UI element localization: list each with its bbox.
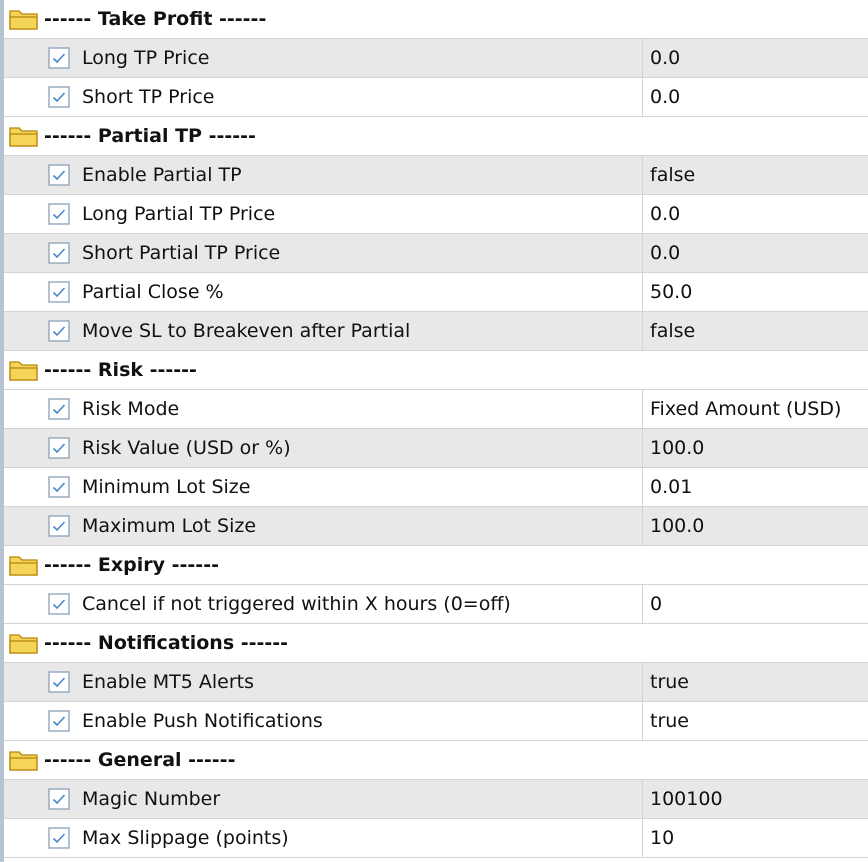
checkbox-checked-icon[interactable] — [48, 671, 70, 693]
parameter-name: Cancel if not triggered within X hours (… — [82, 593, 511, 615]
parameter-row[interactable]: Maximum Lot Size 100.0 — [4, 507, 868, 546]
parameter-row[interactable]: Short Partial TP Price 0.0 — [4, 234, 868, 273]
group-header-row[interactable]: ------ Take Profit ------ — [4, 0, 868, 39]
parameter-row[interactable]: Short TP Price 0.0 — [4, 78, 868, 117]
parameter-value[interactable]: false — [642, 156, 868, 194]
checkbox-checked-icon[interactable] — [48, 476, 70, 498]
parameter-row[interactable]: Max Slippage (points) 10 — [4, 819, 868, 858]
parameter-name: Enable Partial TP — [82, 164, 242, 186]
parameter-name: Partial Close % — [82, 281, 224, 303]
group-title: ------ Partial TP ------ — [44, 125, 256, 147]
parameter-value[interactable]: 0.01 — [642, 468, 868, 506]
parameter-value[interactable]: 0 — [642, 585, 868, 623]
parameter-name: Maximum Lot Size — [82, 515, 257, 537]
parameter-value[interactable]: 100.0 — [642, 429, 868, 467]
folder-icon[interactable] — [8, 358, 40, 382]
parameter-name: Long TP Price — [82, 47, 210, 69]
group-header-row[interactable]: ------ Notifications ------ — [4, 624, 868, 663]
parameter-row[interactable]: Long Partial TP Price 0.0 — [4, 195, 868, 234]
parameter-value[interactable]: 0.0 — [642, 195, 868, 233]
checkbox-checked-icon[interactable] — [48, 242, 70, 264]
parameter-row[interactable]: Partial Close % 50.0 — [4, 273, 868, 312]
folder-icon[interactable] — [8, 748, 40, 772]
parameter-name: Move SL to Breakeven after Partial — [82, 320, 411, 342]
checkbox-checked-icon[interactable] — [48, 47, 70, 69]
folder-icon[interactable] — [8, 553, 40, 577]
parameter-row[interactable]: Enable Push Notifications true — [4, 702, 868, 741]
parameter-name: Enable Push Notifications — [82, 710, 323, 732]
parameter-row[interactable]: Move SL to Breakeven after Partial false — [4, 312, 868, 351]
checkbox-checked-icon[interactable] — [48, 86, 70, 108]
checkbox-checked-icon[interactable] — [48, 515, 70, 537]
group-title: ------ General ------ — [44, 749, 236, 771]
parameter-name: Short Partial TP Price — [82, 242, 281, 264]
group-header-row[interactable]: ------ Partial TP ------ — [4, 117, 868, 156]
parameter-value[interactable]: 0.0 — [642, 234, 868, 272]
parameter-value[interactable]: 0.0 — [642, 78, 868, 116]
checkbox-checked-icon[interactable] — [48, 788, 70, 810]
group-title: ------ Take Profit ------ — [44, 8, 267, 30]
parameter-row[interactable]: Magic Number 100100 — [4, 780, 868, 819]
parameter-name: Enable MT5 Alerts — [82, 671, 255, 693]
checkbox-checked-icon[interactable] — [48, 203, 70, 225]
group-title: ------ Notifications ------ — [44, 632, 289, 654]
parameter-name: Long Partial TP Price — [82, 203, 276, 225]
group-title: ------ Expiry ------ — [44, 554, 219, 576]
parameter-value[interactable]: 10 — [642, 819, 868, 857]
inputs-property-grid: ------ Take Profit ------ Long TP Price 0… — [4, 0, 868, 858]
checkbox-checked-icon[interactable] — [48, 398, 70, 420]
parameter-name: Magic Number — [82, 788, 221, 810]
parameter-row[interactable]: Cancel if not triggered within X hours (… — [4, 585, 868, 624]
parameter-row[interactable]: Minimum Lot Size 0.01 — [4, 468, 868, 507]
checkbox-checked-icon[interactable] — [48, 827, 70, 849]
parameter-name: Short TP Price — [82, 86, 215, 108]
checkbox-checked-icon[interactable] — [48, 281, 70, 303]
parameter-row[interactable]: Enable MT5 Alerts true — [4, 663, 868, 702]
parameter-value[interactable]: false — [642, 312, 868, 350]
parameter-value[interactable]: Fixed Amount (USD) — [642, 390, 868, 428]
group-header-row[interactable]: ------ Expiry ------ — [4, 546, 868, 585]
parameter-name: Risk Value (USD or %) — [82, 437, 291, 459]
parameter-row[interactable]: Enable Partial TP false — [4, 156, 868, 195]
parameter-value[interactable]: true — [642, 702, 868, 740]
group-title: ------ Risk ------ — [44, 359, 197, 381]
parameter-row[interactable]: Risk Mode Fixed Amount (USD) — [4, 390, 868, 429]
checkbox-checked-icon[interactable] — [48, 437, 70, 459]
parameter-value[interactable]: 0.0 — [642, 39, 868, 77]
checkbox-checked-icon[interactable] — [48, 593, 70, 615]
parameter-value[interactable]: 100100 — [642, 780, 868, 818]
parameter-row[interactable]: Long TP Price 0.0 — [4, 39, 868, 78]
group-header-row[interactable]: ------ Risk ------ — [4, 351, 868, 390]
folder-icon[interactable] — [8, 7, 40, 31]
parameter-name: Risk Mode — [82, 398, 180, 420]
parameter-value[interactable]: 100.0 — [642, 507, 868, 545]
parameter-value[interactable]: 50.0 — [642, 273, 868, 311]
group-header-row[interactable]: ------ General ------ — [4, 741, 868, 780]
parameter-name: Max Slippage (points) — [82, 827, 289, 849]
parameter-row[interactable]: Risk Value (USD or %) 100.0 — [4, 429, 868, 468]
parameter-name: Minimum Lot Size — [82, 476, 251, 498]
folder-icon[interactable] — [8, 631, 40, 655]
checkbox-checked-icon[interactable] — [48, 320, 70, 342]
folder-icon[interactable] — [8, 124, 40, 148]
checkbox-checked-icon[interactable] — [48, 164, 70, 186]
checkbox-checked-icon[interactable] — [48, 710, 70, 732]
parameter-value[interactable]: true — [642, 663, 868, 701]
